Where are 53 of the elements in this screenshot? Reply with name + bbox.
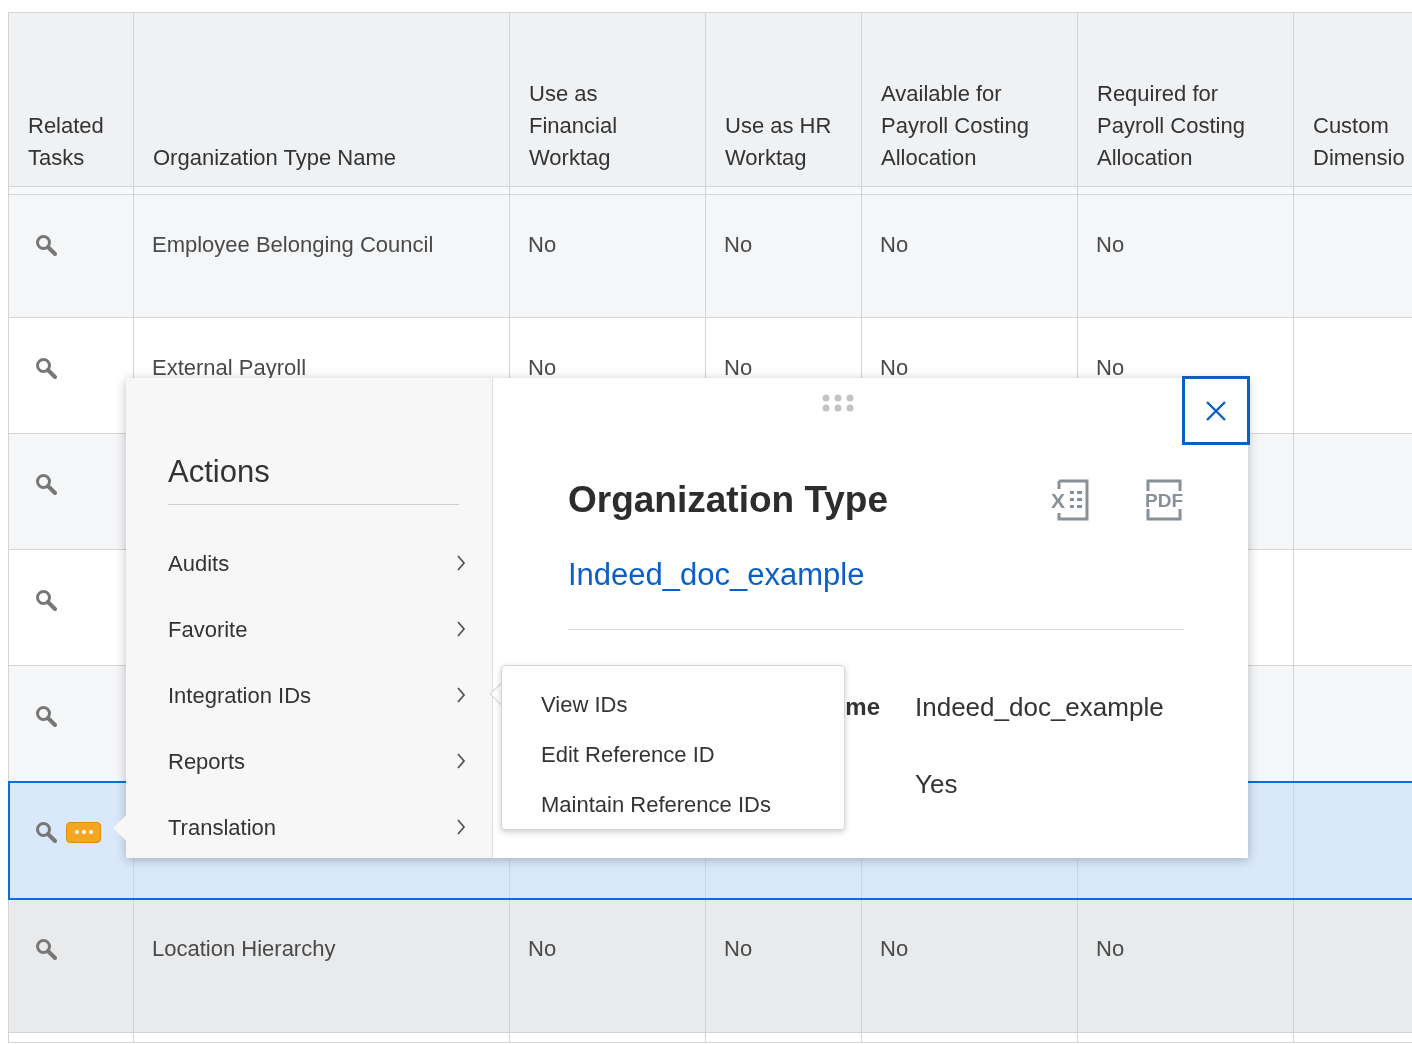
chevron-icon xyxy=(456,687,466,703)
popup-title: Organization Type xyxy=(568,478,888,522)
menu-item[interactable]: Integration IDs xyxy=(168,662,466,728)
chevron-icon xyxy=(456,819,466,835)
table-cell: No xyxy=(528,355,557,380)
menu-item[interactable]: Audits xyxy=(168,530,466,596)
table-cell: Location Hierarchy xyxy=(152,936,336,961)
column-header: Available for Payroll Costing Allocation xyxy=(881,80,1030,172)
menu-item[interactable]: Reports xyxy=(168,728,466,794)
field-value: Yes xyxy=(915,769,958,799)
actions-heading: Actions xyxy=(168,453,459,505)
search-icon[interactable] xyxy=(35,589,57,611)
drag-handle-icon[interactable] xyxy=(822,394,855,412)
chevron-icon xyxy=(456,753,466,769)
search-icon[interactable] xyxy=(35,234,57,256)
table-cell: No xyxy=(880,232,909,257)
column-header: Use as HR Worktag xyxy=(725,112,833,172)
table-cell: No xyxy=(1096,355,1125,380)
search-icon[interactable] xyxy=(35,938,57,960)
search-icon[interactable] xyxy=(35,821,57,843)
column-header: Organization Type Name xyxy=(153,144,397,172)
table-cell: No xyxy=(724,355,753,380)
table-cell: No xyxy=(1096,232,1125,257)
record-link[interactable]: Indeed_doc_example xyxy=(568,555,865,595)
menu-item[interactable]: Favorite xyxy=(168,596,466,662)
table-row[interactable]: Employee Belonging Council No No No No xyxy=(8,194,1412,318)
table-cell: No xyxy=(724,936,753,961)
table-cell: Employee Belonging Council xyxy=(152,232,434,257)
search-icon[interactable] xyxy=(35,357,57,379)
column-header: Use as Financial Worktag xyxy=(529,80,619,172)
search-icon[interactable] xyxy=(35,705,57,727)
submenu-item[interactable]: Maintain Reference IDs xyxy=(541,779,771,829)
chevron-icon xyxy=(456,555,466,571)
table-cell: No xyxy=(724,232,753,257)
table-cell: No xyxy=(528,936,557,961)
table-cell: No xyxy=(528,232,557,257)
field-value: Indeed_doc_example xyxy=(915,692,1164,722)
table-cell: No xyxy=(880,355,909,380)
table-row[interactable]: Location Hierarchy No No No No xyxy=(8,898,1412,1033)
close-icon xyxy=(1205,399,1227,422)
column-header: Required for Payroll Costing Allocation xyxy=(1097,80,1246,172)
table-cell: No xyxy=(880,936,909,961)
field-label: me xyxy=(845,693,880,720)
submenu-item[interactable]: Edit Reference ID xyxy=(541,729,715,780)
more-actions-button[interactable] xyxy=(66,821,101,843)
column-header: Related Tasks xyxy=(28,112,105,172)
column-header: Custom Dimensio xyxy=(1313,112,1406,172)
table-cell: No xyxy=(1096,936,1125,961)
chevron-icon xyxy=(456,621,466,637)
search-icon[interactable] xyxy=(35,473,57,495)
close-button[interactable] xyxy=(1182,376,1250,445)
submenu-item[interactable]: View IDs xyxy=(541,680,628,730)
table-cell: External Payroll xyxy=(152,355,307,380)
